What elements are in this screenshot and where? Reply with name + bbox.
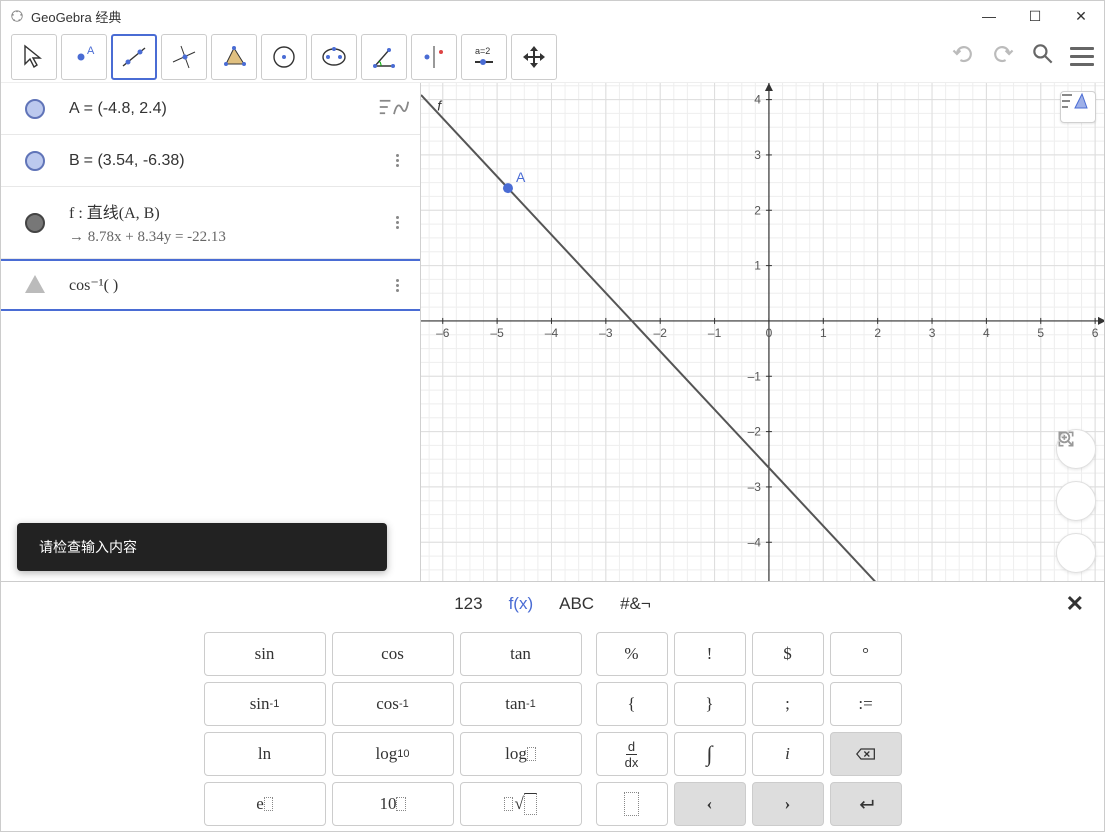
- svg-text:6: 6: [1092, 326, 1099, 340]
- svg-text:–5: –5: [490, 326, 504, 340]
- key-degree[interactable]: °: [830, 632, 902, 676]
- key-exp[interactable]: e: [204, 782, 326, 826]
- slider-tool[interactable]: a=2: [461, 34, 507, 80]
- key-rbrace[interactable]: }: [674, 682, 746, 726]
- redo-button[interactable]: [990, 41, 1016, 72]
- object-row-a[interactable]: A = (-4.8, 2.4): [1, 83, 420, 135]
- svg-text:3: 3: [754, 148, 761, 162]
- svg-text:1: 1: [754, 259, 761, 273]
- line-tool[interactable]: [111, 34, 157, 80]
- kb-close-button[interactable]: ✕: [1066, 591, 1084, 617]
- minimize-button[interactable]: —: [966, 1, 1012, 31]
- svg-text:A: A: [87, 45, 95, 57]
- key-factorial[interactable]: !: [674, 632, 746, 676]
- key-asin[interactable]: sin-1: [204, 682, 326, 726]
- key-acos[interactable]: cos-1: [332, 682, 454, 726]
- key-10x[interactable]: 10: [332, 782, 454, 826]
- row-menu-button[interactable]: [382, 154, 412, 167]
- perpendicular-tool[interactable]: [161, 34, 207, 80]
- svg-text:–4: –4: [545, 326, 559, 340]
- key-left[interactable]: ‹: [674, 782, 746, 826]
- visibility-dot[interactable]: [25, 151, 45, 171]
- svg-text:–3: –3: [748, 480, 762, 494]
- move-tool[interactable]: [11, 34, 57, 80]
- key-ln[interactable]: ln: [204, 732, 326, 776]
- reflect-tool[interactable]: [411, 34, 457, 80]
- sort-button[interactable]: [372, 87, 416, 127]
- key-tan[interactable]: tan: [460, 632, 582, 676]
- key-percent[interactable]: %: [596, 632, 668, 676]
- svg-text:–1: –1: [708, 326, 722, 340]
- algebra-view: A = (-4.8, 2.4) B = (3.54, -6.38) f : 直线…: [1, 83, 421, 581]
- graphics-settings-button[interactable]: [1060, 91, 1096, 123]
- circle-tool[interactable]: [261, 34, 307, 80]
- error-toast: 请检查输入内容: [17, 523, 387, 571]
- key-right[interactable]: ›: [752, 782, 824, 826]
- svg-text:4: 4: [983, 326, 990, 340]
- key-log10[interactable]: log10: [332, 732, 454, 776]
- key-dollar[interactable]: $: [752, 632, 824, 676]
- move-view-tool[interactable]: [511, 34, 557, 80]
- object-row-f[interactable]: f : 直线(A, B) → 8.78x + 8.34y = -22.13: [1, 187, 420, 259]
- key-more[interactable]: [596, 782, 668, 826]
- svg-text:–4: –4: [748, 535, 762, 549]
- key-i[interactable]: i: [752, 732, 824, 776]
- svg-text:–2: –2: [748, 425, 762, 439]
- svg-text:–1: –1: [748, 369, 762, 383]
- row-menu-button[interactable]: [382, 279, 412, 292]
- key-backspace[interactable]: [830, 732, 902, 776]
- angle-tool[interactable]: [361, 34, 407, 80]
- key-lbrace[interactable]: {: [596, 682, 668, 726]
- row-menu-button[interactable]: [382, 216, 412, 229]
- app-logo-icon: [9, 8, 25, 24]
- close-button[interactable]: ✕: [1058, 1, 1104, 31]
- svg-text:4: 4: [754, 93, 761, 107]
- key-sin[interactable]: sin: [204, 632, 326, 676]
- zoom-out-button[interactable]: [1056, 481, 1096, 521]
- key-assign[interactable]: :=: [830, 682, 902, 726]
- menu-button[interactable]: [1070, 47, 1094, 66]
- svg-text:–3: –3: [599, 326, 613, 340]
- undo-button[interactable]: [950, 41, 976, 72]
- key-integral[interactable]: ∫: [674, 732, 746, 776]
- polygon-tool[interactable]: [211, 34, 257, 80]
- svg-text:0: 0: [766, 326, 773, 340]
- kb-tab-fx[interactable]: f(x): [509, 594, 534, 614]
- kb-tab-abc[interactable]: ABC: [559, 594, 594, 614]
- ellipse-tool[interactable]: [311, 34, 357, 80]
- object-row-b[interactable]: B = (3.54, -6.38): [1, 135, 420, 187]
- title-bar: GeoGebra 经典 — ☐ ✕: [1, 1, 1104, 31]
- input-expression[interactable]: cos⁻¹( ): [69, 275, 382, 295]
- key-logn[interactable]: log: [460, 732, 582, 776]
- fullscreen-button[interactable]: [1056, 533, 1096, 573]
- key-enter[interactable]: [830, 782, 902, 826]
- key-cos[interactable]: cos: [332, 632, 454, 676]
- visibility-dot[interactable]: [25, 213, 45, 233]
- warning-icon: [23, 273, 47, 297]
- maximize-button[interactable]: ☐: [1012, 1, 1058, 31]
- virtual-keyboard: 123 f(x) ABC #&¬ ✕ sin cos tan sin-1 cos…: [1, 581, 1104, 833]
- svg-text:a=2: a=2: [475, 46, 490, 56]
- svg-text:–6: –6: [436, 326, 450, 340]
- kb-tab-sym[interactable]: #&¬: [620, 594, 651, 614]
- toolbar: A a=2: [1, 31, 1104, 83]
- svg-text:5: 5: [1037, 326, 1044, 340]
- svg-text:A: A: [516, 169, 526, 185]
- point-tool[interactable]: A: [61, 34, 107, 80]
- key-derivative[interactable]: ddx: [596, 732, 668, 776]
- input-row[interactable]: cos⁻¹( ): [1, 259, 420, 311]
- visibility-dot[interactable]: [25, 99, 45, 119]
- svg-text:1: 1: [820, 326, 827, 340]
- kb-tab-123[interactable]: 123: [454, 594, 482, 614]
- svg-text:–2: –2: [654, 326, 668, 340]
- search-button[interactable]: [1030, 41, 1056, 72]
- app-title: GeoGebra 经典: [31, 7, 121, 26]
- key-atan[interactable]: tan-1: [460, 682, 582, 726]
- key-nroot[interactable]: √: [460, 782, 582, 826]
- svg-text:2: 2: [754, 203, 761, 217]
- key-semicolon[interactable]: ;: [752, 682, 824, 726]
- svg-text:2: 2: [874, 326, 881, 340]
- graphics-view[interactable]: –6–5–4–3–2–10123456–4–3–2–11234fA: [421, 83, 1104, 581]
- svg-text:3: 3: [929, 326, 936, 340]
